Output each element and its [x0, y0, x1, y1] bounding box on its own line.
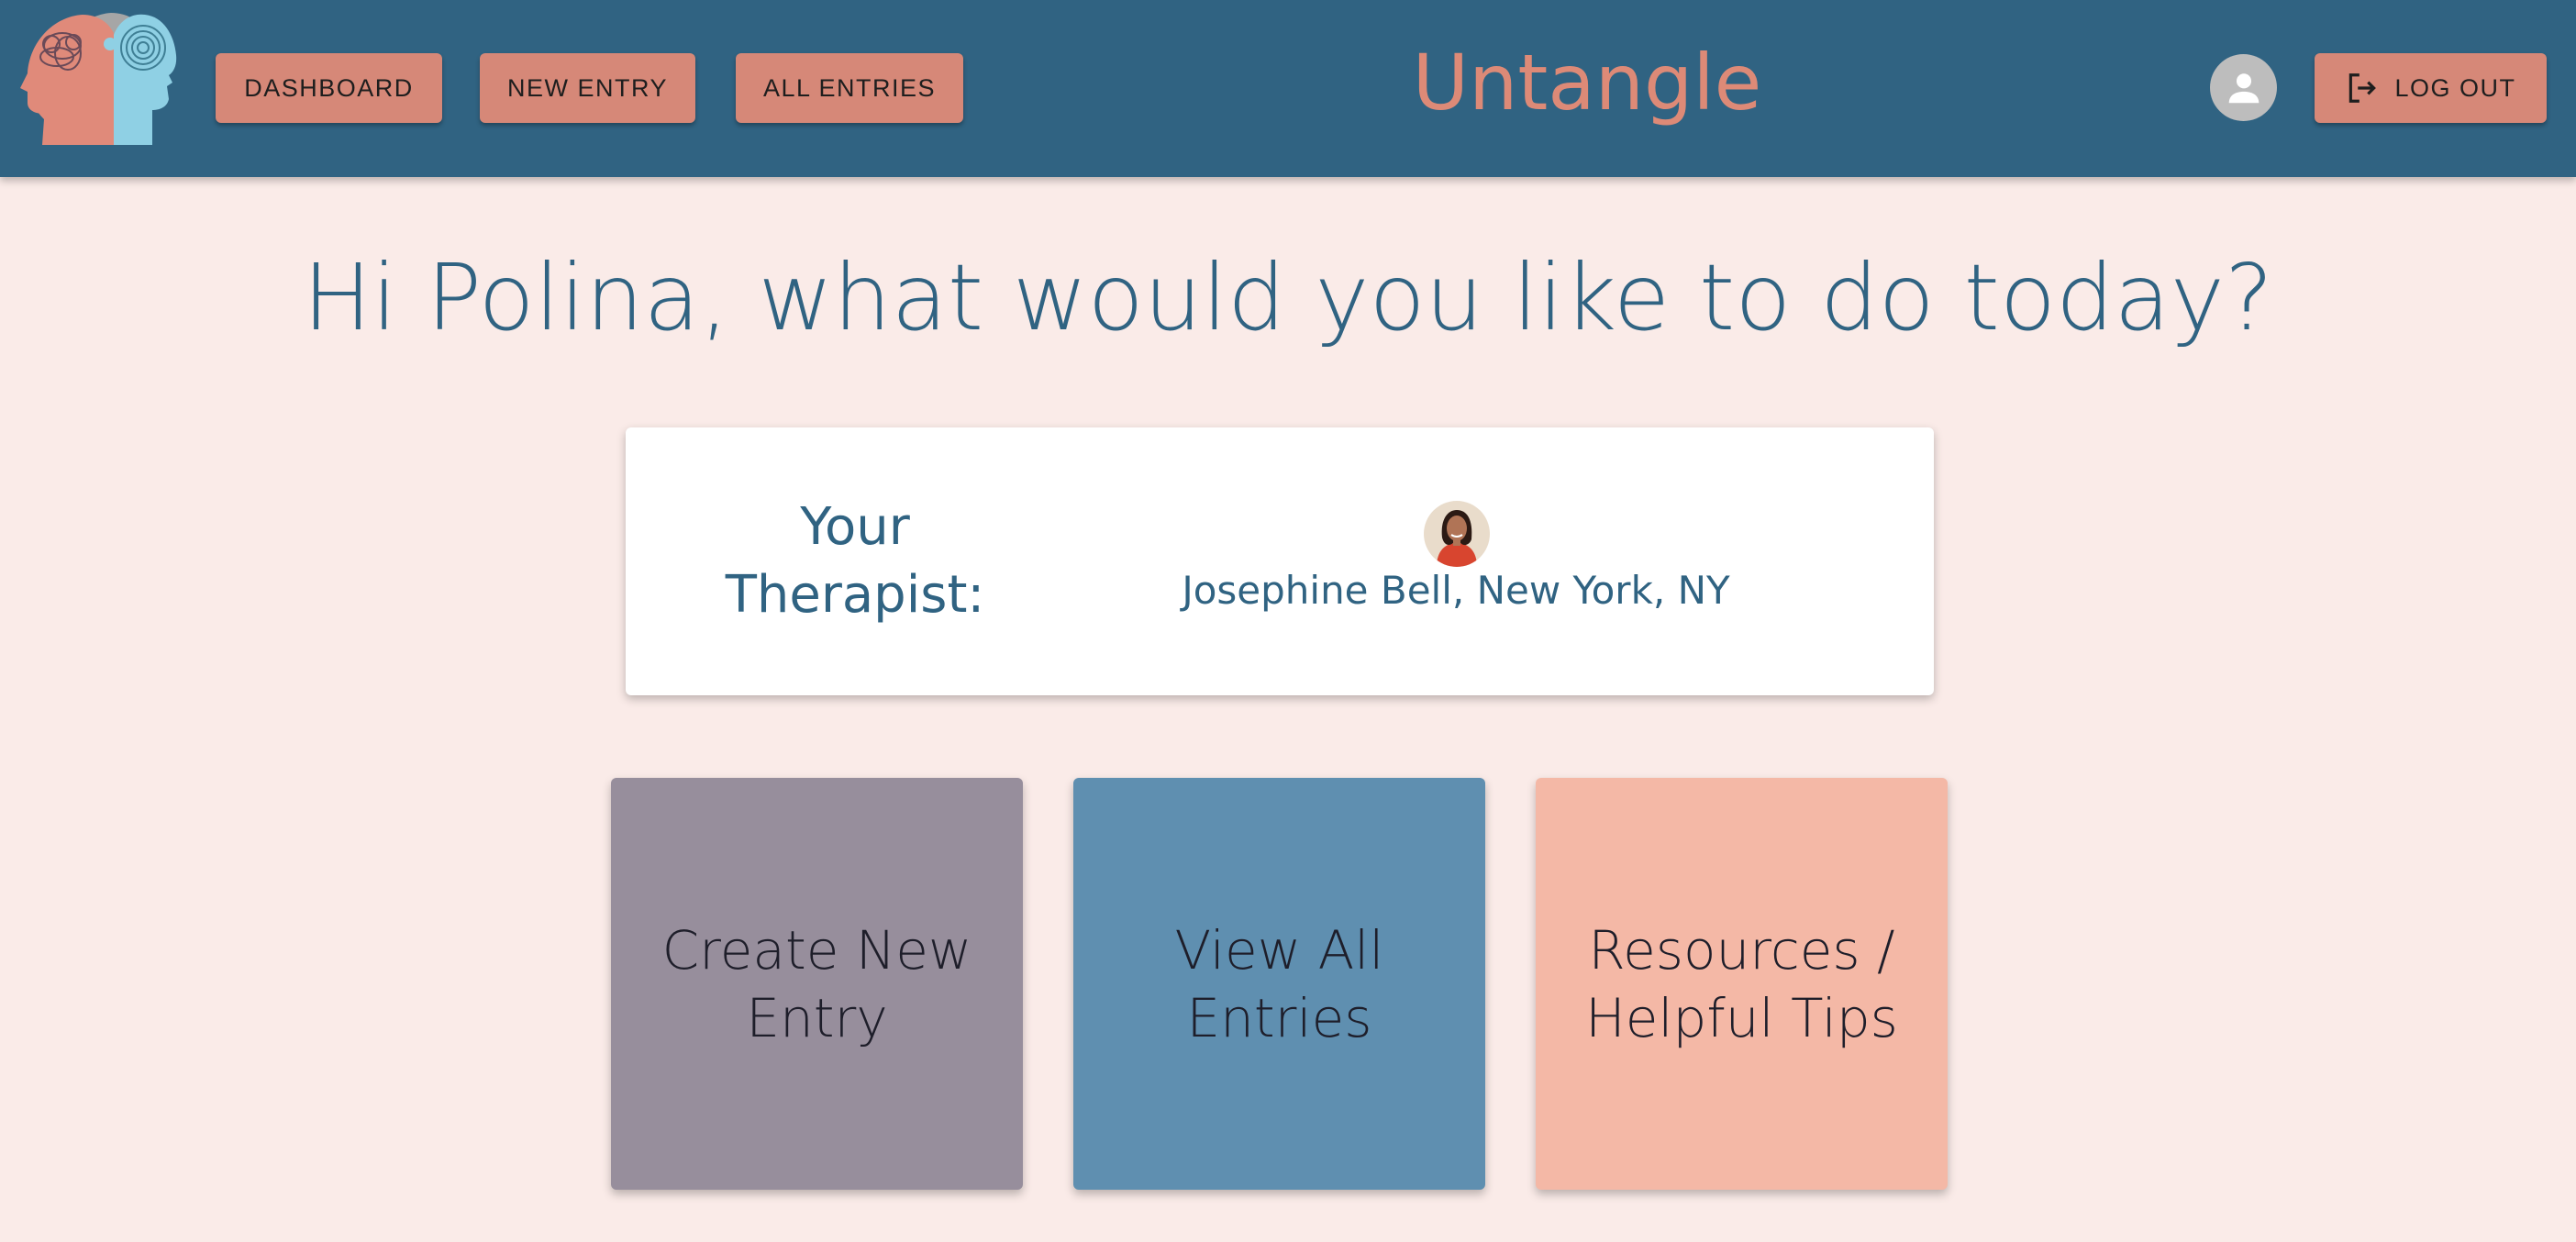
logout-button[interactable]: LOG OUT [2315, 53, 2547, 123]
app-title: Untangle [1412, 38, 1762, 128]
therapist-label-line1: Your [800, 497, 910, 557]
create-new-entry-tile-label: Create New Entry [662, 916, 972, 1052]
logout-icon [2349, 73, 2377, 103]
therapist-name[interactable]: Josephine Bell, New York, NY [1121, 563, 1791, 618]
person-icon [2228, 72, 2259, 103]
therapist-card: Your Therapist: Josephine Bell, New York… [626, 427, 1934, 695]
user-avatar[interactable] [2210, 54, 2277, 121]
tile-label-line: Create New [661, 918, 972, 981]
all-entries-button[interactable]: ALL ENTRIES [736, 53, 963, 123]
tile-label-line: Entries [1186, 986, 1372, 1049]
dashboard-button-label: DASHBOARD [244, 73, 414, 102]
new-entry-button[interactable]: NEW ENTRY [480, 53, 695, 123]
tile-label-line: Helpful Tips [1585, 986, 1898, 1049]
tile-label-line: Resources / [1588, 918, 1895, 981]
therapist-photo-image [1424, 501, 1490, 567]
new-entry-button-label: NEW ENTRY [506, 73, 668, 102]
logout-button-label: LOG OUT [2394, 73, 2516, 102]
resources-tips-tile[interactable]: Resources / Helpful Tips [1536, 778, 1948, 1190]
view-all-entries-tile[interactable]: View All Entries [1073, 778, 1485, 1190]
app-bar: DASHBOARD NEW ENTRY ALL ENTRIES Untangle… [0, 0, 2576, 177]
tile-label-line: Entry [746, 986, 888, 1049]
therapist-avatar [1424, 501, 1490, 567]
create-new-entry-tile[interactable]: Create New Entry [611, 778, 1023, 1190]
greeting-heading: Hi Polina, what would you like to do tod… [302, 244, 2274, 351]
all-entries-button-label: ALL ENTRIES [762, 73, 937, 102]
untangle-logo[interactable] [15, 7, 178, 152]
resources-tips-tile-label: Resources / Helpful Tips [1585, 916, 1898, 1052]
view-all-entries-tile-label: View All Entries [1175, 916, 1384, 1052]
dashboard-button[interactable]: DASHBOARD [216, 53, 442, 123]
therapist-label-line2: Therapist: [725, 565, 985, 625]
therapist-label: Your Therapist: [708, 493, 1002, 629]
tile-label-line: View All [1174, 918, 1384, 981]
